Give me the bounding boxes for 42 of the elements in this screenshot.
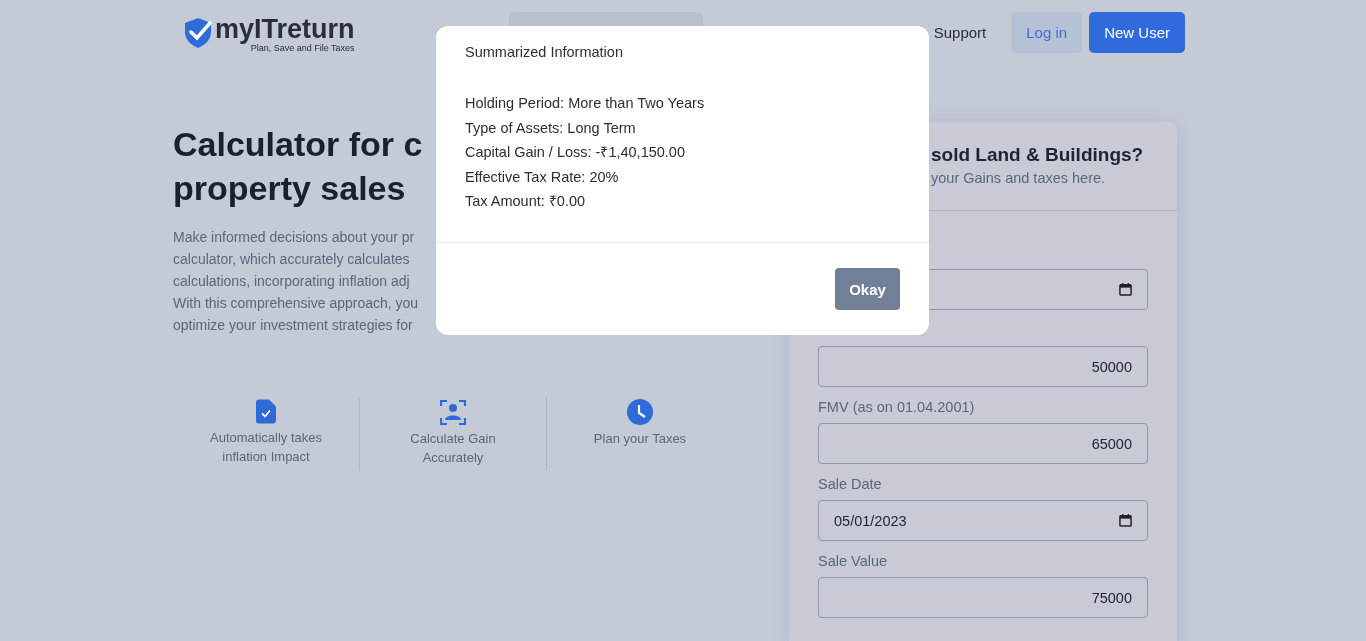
- number-field[interactable]: 75000: [818, 577, 1148, 618]
- feature-text: Calculate Gain: [410, 430, 496, 448]
- field-value: 05/01/2023: [834, 512, 907, 529]
- person-frame-icon: [440, 399, 466, 425]
- description-text: calculator, which accurately calculates: [173, 250, 410, 269]
- number-field[interactable]: 50000: [818, 346, 1148, 387]
- feature-text: inflation Impact: [221, 448, 311, 466]
- dialog-title: Summarized Information: [465, 43, 624, 61]
- summary-text: Holding Period: More than Two Years: [465, 94, 706, 113]
- feature-text: Automatically takes: [210, 429, 322, 447]
- card-title: sold Land & Buildings?: [931, 143, 1145, 167]
- feature-text: Accurately: [421, 449, 485, 467]
- new-user-button[interactable]: New User: [1089, 12, 1185, 53]
- page-heading: property sales: [173, 168, 406, 209]
- field-value: 65000: [1091, 435, 1132, 452]
- date-field[interactable]: 05/01/2023: [818, 500, 1148, 541]
- field-label: Sale Value: [818, 552, 889, 571]
- summary-text: Capital Gain / Loss: -₹1,40,150.00: [465, 143, 686, 162]
- okay-button[interactable]: Okay: [835, 268, 900, 310]
- shield-check-icon: [183, 16, 213, 49]
- calendar-icon[interactable]: [1119, 283, 1132, 296]
- document-check-icon: [256, 399, 276, 424]
- field-value: 75000: [1091, 589, 1132, 606]
- description-text: With this comprehensive approach, you: [173, 294, 419, 313]
- card-subtitle: your Gains and taxes here.: [931, 169, 1107, 188]
- field-label: FMV (as on 01.04.2001): [818, 398, 976, 417]
- description-text: optimize your investment strategies for: [173, 316, 413, 335]
- summary-text: Effective Tax Rate: 20%: [465, 167, 620, 187]
- nav-link[interactable]: Support: [933, 24, 987, 41]
- feature-text: Plan your Taxes: [593, 430, 687, 448]
- summary-text: Tax Amount: ₹0.00: [465, 192, 587, 211]
- logo-tagline: Plan, Save and File Taxes: [250, 42, 355, 53]
- number-field[interactable]: 65000: [818, 423, 1148, 464]
- field-label: Sale Date: [818, 475, 883, 494]
- description-text: calculations, incorporating inflation adj: [173, 272, 410, 291]
- calendar-icon[interactable]: [1119, 514, 1132, 527]
- page-heading: Calculator for c: [173, 124, 423, 165]
- description-text: Make informed decisions about your pr: [173, 228, 415, 247]
- field-value: 50000: [1091, 358, 1132, 375]
- clock-icon: [627, 399, 653, 425]
- logo-wordmark[interactable]: myITreturn: [215, 14, 355, 43]
- summary-text: Type of Assets: Long Term: [465, 118, 637, 138]
